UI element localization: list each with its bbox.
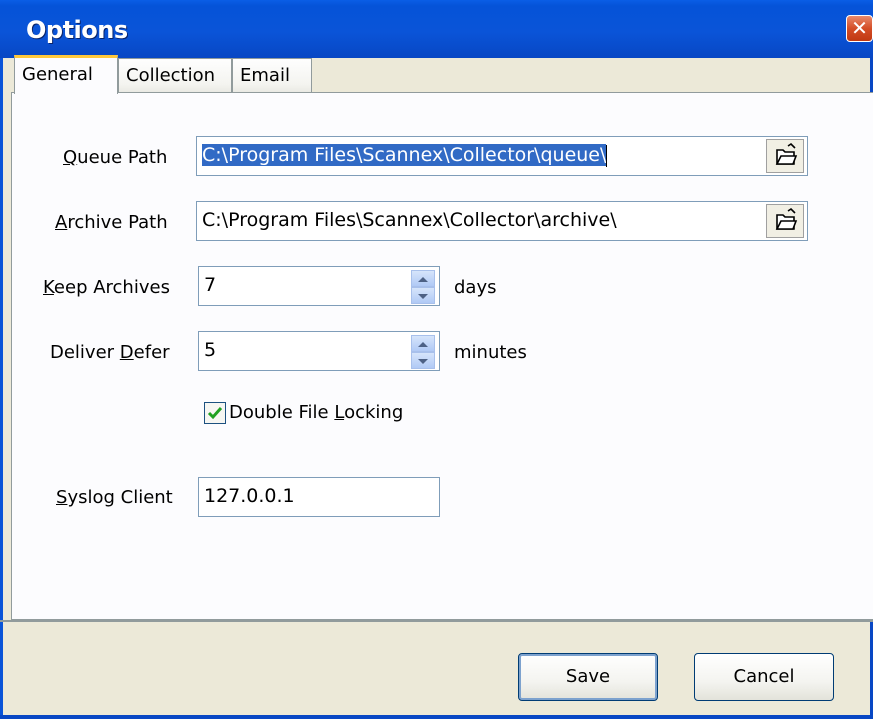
deliver-defer-value: 5 (204, 339, 217, 361)
tab-collection-label: Collection (126, 65, 216, 86)
tab-collection[interactable]: Collection (118, 58, 232, 95)
options-dialog: Options ✕ General Collection Email Queue… (0, 0, 873, 719)
spin-down-icon[interactable] (411, 352, 435, 369)
archive-path-browse-button[interactable] (766, 204, 804, 238)
double-file-locking-checkbox[interactable] (204, 402, 226, 424)
archive-path-label: Archive Path (55, 212, 168, 233)
footer-divider (0, 620, 873, 622)
tab-general[interactable]: General (14, 55, 118, 94)
queue-path-browse-button[interactable] (766, 139, 804, 173)
deliver-defer-spinner[interactable] (411, 335, 435, 369)
tab-email-label: Email (240, 65, 290, 86)
syslog-client-value: 127.0.0.1 (204, 485, 295, 507)
deliver-defer-label: Deliver Defer (50, 342, 170, 363)
tab-email[interactable]: Email (232, 58, 312, 95)
double-file-locking-label[interactable]: Double File Locking (229, 402, 403, 423)
spin-up-icon[interactable] (411, 270, 435, 287)
tab-general-label: General (22, 64, 93, 85)
keep-archives-value: 7 (204, 274, 217, 296)
deliver-defer-unit: minutes (454, 342, 527, 363)
keep-archives-spinner[interactable] (411, 270, 435, 304)
title-bar[interactable]: Options ✕ (0, 0, 873, 58)
spin-down-icon[interactable] (411, 287, 435, 304)
queue-path-label: Queue Path (63, 147, 168, 168)
save-button-label: Save (565, 666, 611, 687)
cancel-button-label: Cancel (733, 666, 795, 687)
keep-archives-label: Keep Archives (43, 277, 170, 298)
open-folder-icon (775, 207, 798, 230)
open-folder-icon (775, 142, 798, 165)
text-caret (606, 144, 608, 167)
close-button[interactable]: ✕ (846, 15, 873, 42)
close-icon: ✕ (851, 16, 868, 40)
window-title: Options (26, 16, 128, 44)
queue-path-value: C:\Program Files\Scannex\Collector\queue… (202, 144, 607, 166)
save-button[interactable]: Save (518, 653, 658, 701)
keep-archives-unit: days (454, 277, 497, 298)
checkmark-icon (207, 407, 223, 420)
cancel-button[interactable]: Cancel (694, 653, 834, 701)
deliver-defer-input[interactable]: 5 (198, 331, 440, 371)
syslog-client-label: Syslog Client (56, 487, 173, 508)
queue-path-input[interactable]: C:\Program Files\Scannex\Collector\queue… (196, 136, 808, 176)
keep-archives-input[interactable]: 7 (198, 266, 440, 306)
spin-up-icon[interactable] (411, 335, 435, 352)
archive-path-value: C:\Program Files\Scannex\Collector\archi… (202, 209, 617, 231)
archive-path-input[interactable]: C:\Program Files\Scannex\Collector\archi… (196, 201, 808, 241)
window-border-bottom (0, 715, 873, 719)
syslog-client-input[interactable]: 127.0.0.1 (198, 477, 440, 517)
